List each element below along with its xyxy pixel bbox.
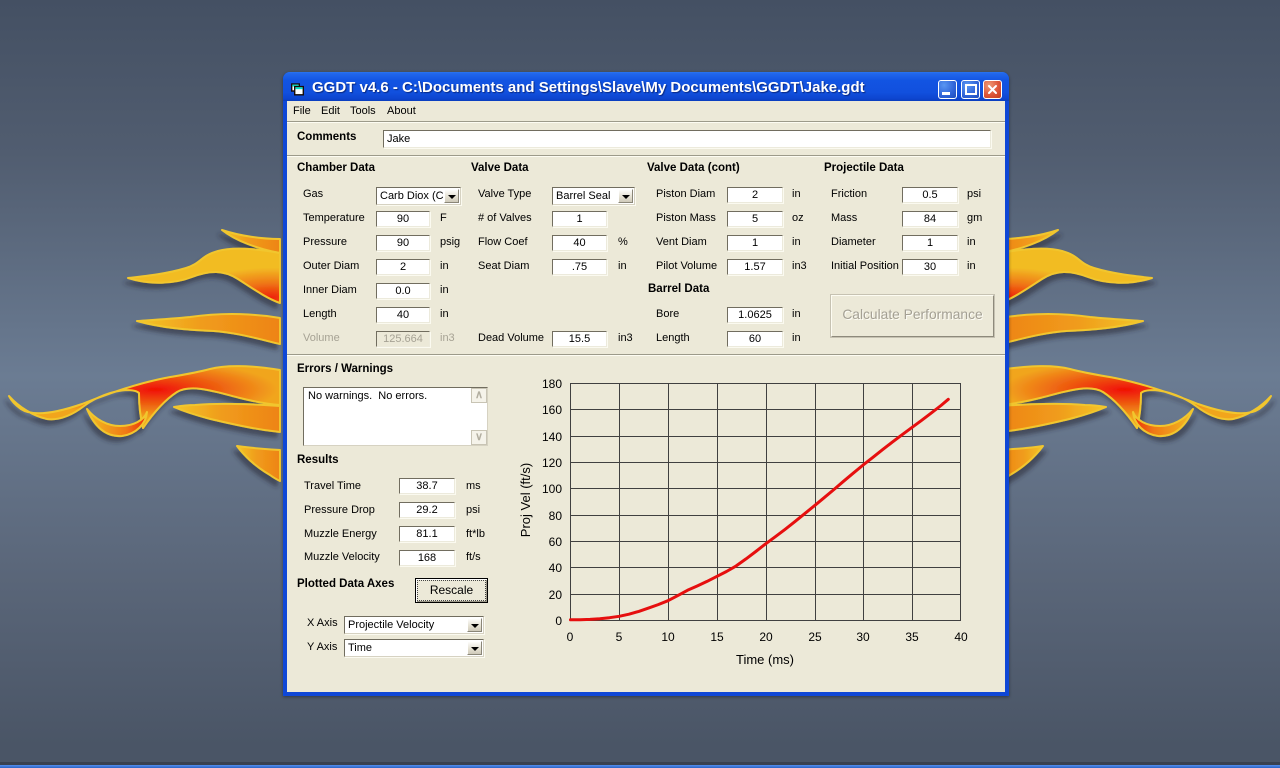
svg-text:Time (ms): Time (ms) bbox=[736, 652, 794, 667]
svg-text:5: 5 bbox=[616, 630, 623, 644]
svg-text:140: 140 bbox=[542, 430, 562, 444]
svg-text:20: 20 bbox=[549, 588, 563, 602]
svg-text:0: 0 bbox=[567, 630, 574, 644]
svg-text:100: 100 bbox=[542, 482, 562, 496]
svg-text:160: 160 bbox=[542, 403, 562, 417]
svg-text:120: 120 bbox=[542, 456, 562, 470]
svg-text:35: 35 bbox=[905, 630, 919, 644]
svg-text:60: 60 bbox=[549, 535, 563, 549]
svg-text:40: 40 bbox=[549, 561, 563, 575]
svg-text:0: 0 bbox=[555, 614, 562, 628]
svg-text:15: 15 bbox=[710, 630, 724, 644]
svg-text:Proj Vel (ft/s): Proj Vel (ft/s) bbox=[518, 463, 533, 537]
svg-text:30: 30 bbox=[856, 630, 870, 644]
svg-text:80: 80 bbox=[549, 509, 563, 523]
svg-text:40: 40 bbox=[954, 630, 968, 644]
svg-text:180: 180 bbox=[542, 377, 562, 391]
svg-text:25: 25 bbox=[808, 630, 822, 644]
svg-text:10: 10 bbox=[661, 630, 675, 644]
svg-text:20: 20 bbox=[759, 630, 773, 644]
